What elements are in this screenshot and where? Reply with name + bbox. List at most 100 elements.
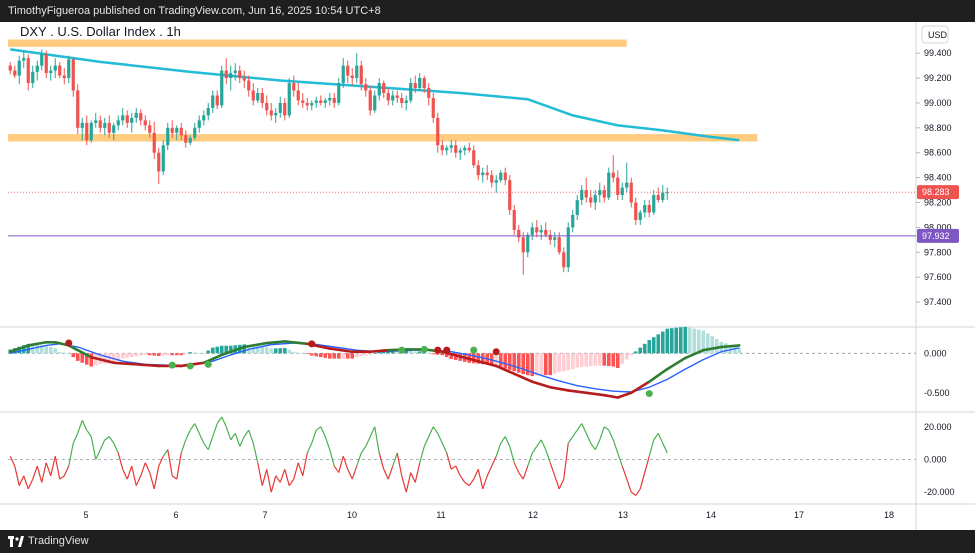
- resistance-zone: [8, 134, 758, 142]
- candle-body: [449, 145, 453, 148]
- candle-body: [454, 145, 458, 153]
- macd-main-line-segment: [134, 363, 161, 368]
- oscillator-line-segment: [153, 465, 160, 490]
- macd-cross-dot: [308, 340, 316, 348]
- oscillator-line-segment: [558, 478, 565, 490]
- oscillator-line-segment: [482, 475, 488, 490]
- macd-histogram-bar: [593, 353, 598, 366]
- last-price-label: 98.283: [922, 187, 950, 197]
- macd-histogram-bar: [471, 353, 476, 364]
- oscillator-line-segment: [603, 426, 610, 431]
- chart-svg[interactable]: DXY . U.S. Dollar Index . 1h USD 99.400 99.…: [0, 22, 975, 530]
- macd-histogram-bar: [152, 353, 157, 356]
- oscillator-line-segment: [531, 446, 538, 454]
- oscillator-line-segment: [288, 478, 295, 486]
- oscillator-line-segment: [477, 469, 484, 490]
- tradingview-logo-icon: [8, 536, 24, 547]
- candle-body: [328, 97, 332, 101]
- macd-cross-dot: [398, 346, 406, 354]
- oscillator-line-segment: [9, 455, 16, 467]
- oscillator-line-segment: [266, 469, 272, 493]
- candle-body: [535, 227, 539, 233]
- macd-histogram-bar: [282, 348, 287, 354]
- candle-body: [193, 127, 197, 138]
- candle-body: [301, 100, 305, 103]
- publish-header: TimothyFigueroa published on TradingView…: [0, 0, 975, 22]
- candle-body: [323, 100, 327, 103]
- chart-area[interactable]: DXY . U.S. Dollar Index . 1h USD 99.400 99.…: [0, 22, 975, 530]
- oscillator-line-segment: [522, 465, 529, 480]
- candle-body: [188, 137, 192, 143]
- candle-body: [287, 83, 291, 116]
- footer-bar: TradingView: [0, 530, 975, 553]
- candle-body: [35, 65, 39, 72]
- macd-histogram-bar: [269, 348, 274, 354]
- macd-histogram-bar: [332, 353, 337, 359]
- macd-histogram-bar: [534, 353, 539, 376]
- candle-body: [431, 97, 435, 118]
- oscillator-line-segment: [90, 436, 97, 460]
- macd-histogram-bar: [633, 351, 638, 354]
- macd-histogram-bar: [174, 353, 179, 356]
- macd-histogram-bar: [147, 353, 152, 356]
- oscillator-line-segment: [221, 416, 227, 428]
- macd-histogram-bar: [183, 353, 188, 354]
- oscillator-line-segment: [608, 429, 614, 441]
- candle-body: [130, 117, 134, 123]
- macd-main-line-segment: [665, 356, 687, 371]
- candle-body: [260, 92, 264, 103]
- candle-body: [562, 252, 566, 268]
- price-tick-label: 99.400: [924, 48, 952, 58]
- oscillator-line-segment: [126, 465, 133, 480]
- macd-histogram-bar: [651, 337, 656, 354]
- macd-histogram-bar: [35, 344, 40, 354]
- macd-tick-label: 0.000: [924, 348, 947, 358]
- oscillator-line-segment: [612, 439, 619, 454]
- macd-histogram-bar: [440, 353, 445, 356]
- macd-histogram-bar: [665, 328, 670, 354]
- candle-body: [85, 122, 89, 141]
- candle-body: [593, 195, 597, 203]
- oscillator-line-segment: [365, 436, 371, 447]
- level-label: 97.932: [922, 231, 950, 241]
- macd-histogram-bar: [80, 353, 85, 363]
- candle-body: [107, 122, 111, 133]
- macd-main-line-segment: [265, 340, 287, 345]
- macd-histogram-bar: [305, 353, 310, 354]
- candle-body: [269, 110, 273, 116]
- macd-histogram-bar: [75, 353, 80, 361]
- macd-histogram-bar: [197, 352, 202, 354]
- candle-body: [638, 212, 642, 220]
- oscillator-line-segment: [72, 433, 79, 444]
- candle-body: [44, 54, 48, 74]
- oscillator-line-segment: [405, 472, 412, 493]
- candle-body: [251, 90, 255, 101]
- oscillator-line-segment: [162, 449, 169, 457]
- candle-body: [157, 152, 161, 172]
- candle-body: [305, 102, 309, 106]
- oscillator-line-segment: [212, 423, 218, 437]
- macd-histogram-bar: [188, 352, 193, 354]
- candle-body: [499, 172, 503, 181]
- oscillator-line-segment: [387, 465, 394, 480]
- oscillator-line-segment: [95, 449, 101, 460]
- candle-body: [485, 172, 489, 176]
- candle-body: [620, 187, 624, 196]
- candle-body: [148, 125, 152, 133]
- candle-body: [656, 195, 660, 201]
- oscillator-line-segment: [491, 455, 497, 467]
- oscillator-line-segment: [509, 446, 515, 463]
- oscillator-line-segment: [329, 449, 335, 467]
- candle-body: [112, 125, 116, 133]
- macd-cross-dot: [492, 348, 500, 356]
- candle-body: [625, 182, 629, 188]
- oscillator-line-segment: [198, 433, 205, 444]
- oscillator-line-segment: [113, 442, 119, 454]
- candle-body: [373, 95, 377, 111]
- oscillator-line-segment: [14, 465, 20, 486]
- time-tick-label: 5: [83, 510, 88, 520]
- oscillator-line-segment: [81, 420, 88, 431]
- time-tick-label: 12: [528, 510, 538, 520]
- oscillator-line-segment: [644, 456, 650, 473]
- oscillator-line-segment: [396, 452, 403, 476]
